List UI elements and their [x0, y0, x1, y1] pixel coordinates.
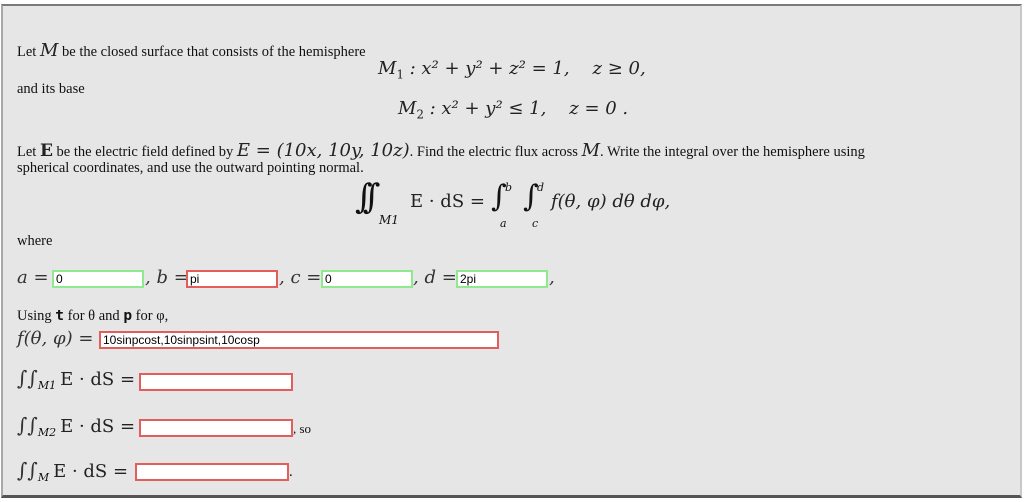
field-definition: E = (10x, 10y, 10z)	[236, 140, 410, 161]
intro-suffix: be the closed surface that consists of t…	[58, 44, 366, 60]
equation-m2: M2 : x² + y² ≤ 1, z = 0 .	[398, 98, 628, 122]
double-integral-icon: ∫∫	[17, 458, 38, 482]
flux-suffix-so: , so	[293, 421, 312, 436]
input-b[interactable]	[186, 270, 278, 288]
m1-body: : x² + y² + z² = 1,	[403, 58, 570, 79]
integral-rhs: f(θ, φ) dθ dφ,	[551, 191, 671, 212]
intro-text: Let M be the closed surface that consist…	[17, 40, 366, 61]
flux-row-m1: ∫∫M1 E · dS =	[17, 366, 135, 392]
integrand-input[interactable]	[99, 331, 499, 349]
flux-sub-m: M	[37, 471, 50, 485]
label-b: , b =	[145, 267, 189, 288]
where-label: where	[17, 233, 53, 249]
m2-sub: 2	[416, 107, 424, 122]
field-line-2: spherical coordinates, and use the outwa…	[17, 160, 364, 176]
var-m-2: M	[581, 140, 601, 161]
integral-sub: M1	[379, 213, 399, 227]
limit-d-label: d	[537, 181, 545, 194]
field-text: Let E be the electric field defined by E…	[17, 140, 865, 161]
m1-cond: z ≥ 0,	[592, 58, 646, 79]
intro-prefix: Let	[17, 44, 40, 60]
m2-cond: z = 0 .	[569, 98, 629, 119]
hint-using: Using	[17, 308, 56, 324]
hint-p: p	[123, 308, 133, 324]
hint-t: t	[55, 308, 65, 324]
equation-m1: M1 : x² + y² + z² = 1, z ≥ 0,	[378, 58, 646, 82]
double-integral-icon: ∫∫	[17, 366, 38, 390]
input-c[interactable]	[321, 270, 413, 288]
flux-sub-m2: M2	[37, 426, 57, 440]
limit-c-label: c	[532, 217, 539, 230]
hint-theta: for θ and	[64, 308, 124, 324]
base-label: and its base	[17, 81, 85, 97]
label-a: a =	[17, 267, 49, 288]
flux-row-m2: ∫∫M2 E · dS =	[17, 413, 135, 439]
field-prefix: Let	[17, 144, 40, 160]
label-d: , d =	[413, 267, 457, 288]
field-mid: be the electric field defined by	[52, 144, 237, 160]
m2-body: : x² + y² ≤ 1,	[423, 98, 547, 119]
flux-input-m[interactable]	[135, 463, 289, 481]
integrand-label: f(θ, φ) =	[17, 328, 94, 349]
var-m: M	[39, 40, 59, 61]
integral-lhs: E · dS =	[410, 191, 485, 212]
input-d[interactable]	[456, 270, 548, 288]
input-a[interactable]	[52, 270, 144, 288]
flux-label-m2: E · dS =	[60, 416, 136, 437]
integrand-hint: Using t for θ and p for φ,	[17, 308, 168, 325]
flux-input-m2[interactable]	[139, 419, 293, 437]
flux-row-m: ∫∫M E · dS =	[17, 458, 128, 484]
flux-suffix-period: .	[289, 464, 293, 480]
limit-a-label: a	[500, 217, 507, 230]
var-e: E	[39, 141, 53, 161]
hint-phi: for φ,	[132, 308, 169, 324]
flux-sub-m1: M1	[37, 379, 57, 393]
limit-b-label: b	[505, 181, 513, 194]
trailing-comma: ,	[549, 267, 555, 288]
m2-name: M	[398, 98, 417, 119]
flux-label-m: E · dS =	[53, 461, 129, 482]
label-c: , c =	[279, 267, 322, 288]
double-integral-icon: ∫∫	[355, 177, 381, 217]
field-suffix-2: . Write the integral over the hemisphere…	[600, 144, 865, 160]
flux-label-m1: E · dS =	[60, 369, 136, 390]
m1-name: M	[378, 58, 397, 79]
double-integral-icon: ∫∫	[17, 413, 38, 437]
m1-sub: 1	[396, 67, 404, 82]
integral-display: ∫∫ M1 E · dS = ∫ b a ∫ d c f(θ, φ) dθ dφ…	[355, 175, 685, 235]
flux-input-m1[interactable]	[139, 373, 293, 391]
field-suffix: . Find the electric flux across	[409, 144, 582, 160]
